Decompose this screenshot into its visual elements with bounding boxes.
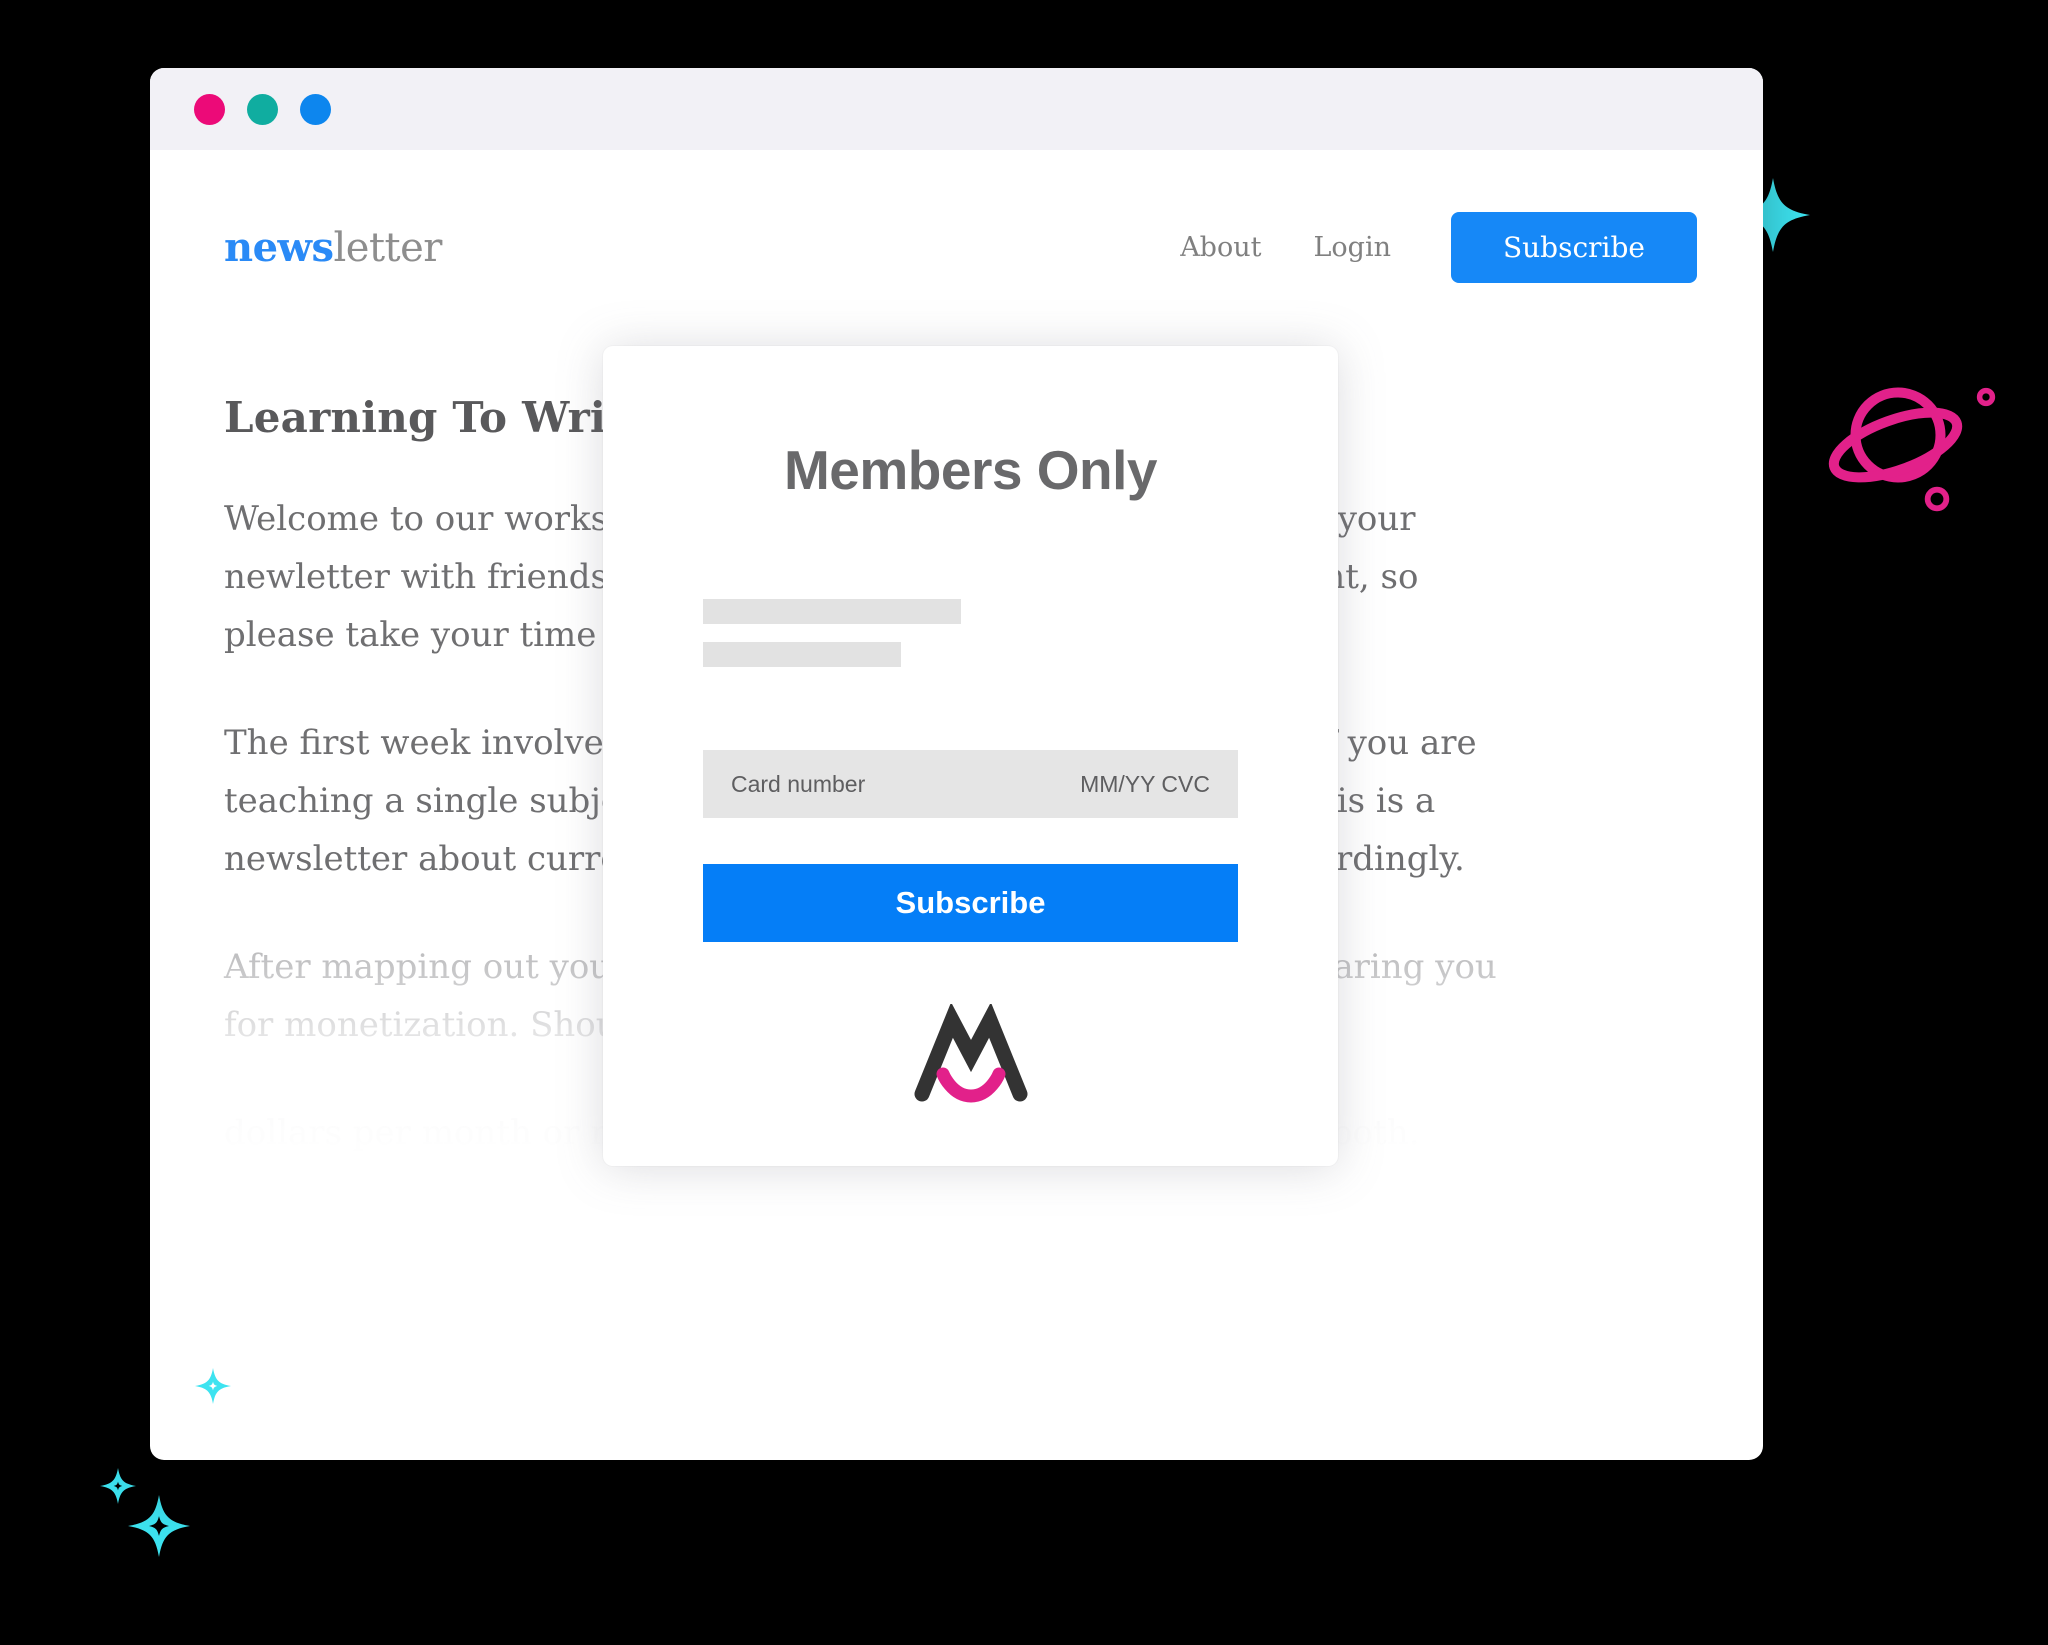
circle-small-right-icon <box>1976 387 1996 407</box>
card-expiry-cvc-placeholder: MM/YY CVC <box>1080 770 1210 797</box>
modal-subscribe-button[interactable]: Subscribe <box>703 864 1238 942</box>
logo-accent-text: news <box>224 224 334 271</box>
card-input-field[interactable]: Card number MM/YY CVC <box>703 750 1238 818</box>
close-dot[interactable] <box>194 93 225 125</box>
site-logo[interactable]: newsletter <box>224 224 442 271</box>
logo-muted-text: letter <box>333 225 442 271</box>
maximize-dot[interactable] <box>300 93 331 125</box>
nav-link-about[interactable]: About <box>1180 232 1261 263</box>
skeleton-line-2 <box>703 642 901 667</box>
planet-saturn-icon <box>1828 387 1963 483</box>
card-number-placeholder: Card number <box>731 770 866 797</box>
main-nav: About Login Subscribe <box>1180 212 1697 283</box>
minimize-dot[interactable] <box>247 93 278 125</box>
window-titlebar <box>150 68 1763 150</box>
memberful-logo <box>703 1004 1238 1104</box>
memberful-logo-icon <box>914 1004 1027 1103</box>
members-only-modal: Members Only Card number MM/YY CVC Subsc… <box>603 346 1338 1166</box>
site-header: newsletter About Login Subscribe <box>150 150 1763 283</box>
sparkle-outer-small-icon <box>100 1468 136 1504</box>
header-subscribe-button[interactable]: Subscribe <box>1450 212 1697 283</box>
sparkle-inner-bottom-left-icon <box>195 1368 231 1404</box>
skeleton-line-1 <box>703 599 961 624</box>
sparkle-outer-large-icon <box>128 1495 190 1557</box>
modal-title: Members Only <box>783 439 1158 501</box>
screenshot-root: newsletter About Login Subscribe Learnin… <box>0 0 2048 1645</box>
nav-link-login[interactable]: Login <box>1313 232 1391 263</box>
browser-window: newsletter About Login Subscribe Learnin… <box>150 68 1763 1460</box>
circle-small-lower-icon <box>1924 486 1950 512</box>
skeleton-placeholder-group <box>703 599 1238 667</box>
